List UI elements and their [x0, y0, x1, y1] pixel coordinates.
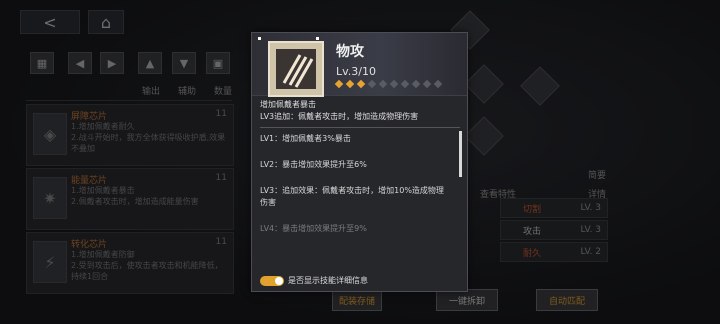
level-pip-filled	[356, 79, 366, 89]
skill-title: 物攻	[336, 44, 364, 60]
level-entry: LV2：暴击增加效果提升至6%	[260, 160, 367, 169]
skill-level: Lv.3/10	[336, 65, 376, 78]
skill-header: 物攻 Lv.3/10	[252, 33, 467, 97]
corner-mark	[316, 37, 319, 40]
level-pip-empty	[411, 79, 421, 89]
level-list[interactable]: LV1：增加佩戴者3%暴击 LV2：暴击增加效果提升至6% LV3：追加效果：佩…	[260, 133, 450, 249]
level-pip-empty	[400, 79, 410, 89]
skill-desc-line: 增加佩戴者暴击	[260, 100, 316, 109]
level-pip-filled	[334, 79, 344, 89]
level-pips	[334, 79, 443, 89]
level-entry: LV3：追加效果：佩戴者攻击时，增加10%造成物理伤害	[260, 186, 444, 207]
level-pip-empty	[378, 79, 388, 89]
claw-skill-icon	[268, 41, 324, 97]
skill-desc-line: LV3追加：佩戴者攻击时，增加造成物理伤害	[260, 112, 419, 121]
level-entry: LV4：暴击增加效果提升至9%	[260, 224, 367, 233]
level-pip-filled	[345, 79, 355, 89]
level-pip-empty	[433, 79, 443, 89]
toggle-knob	[275, 277, 283, 285]
divider	[260, 127, 460, 128]
level-pip-empty	[389, 79, 399, 89]
skill-popup: 物攻 Lv.3/10 增加佩戴者暴击 LV3追加：佩戴者攻击时，增加造成物理伤害…	[251, 32, 468, 292]
scrollbar[interactable]	[459, 131, 462, 177]
toggle-label: 是否显示技能详细信息	[288, 276, 368, 285]
level-entry: LV1：增加佩戴者3%暴击	[260, 134, 351, 143]
level-pip-empty	[367, 79, 377, 89]
corner-mark	[258, 37, 261, 40]
skill-description: 增加佩戴者暴击 LV3追加：佩戴者攻击时，增加造成物理伤害	[260, 99, 460, 123]
detail-toggle[interactable]	[260, 276, 284, 286]
level-pip-empty	[422, 79, 432, 89]
